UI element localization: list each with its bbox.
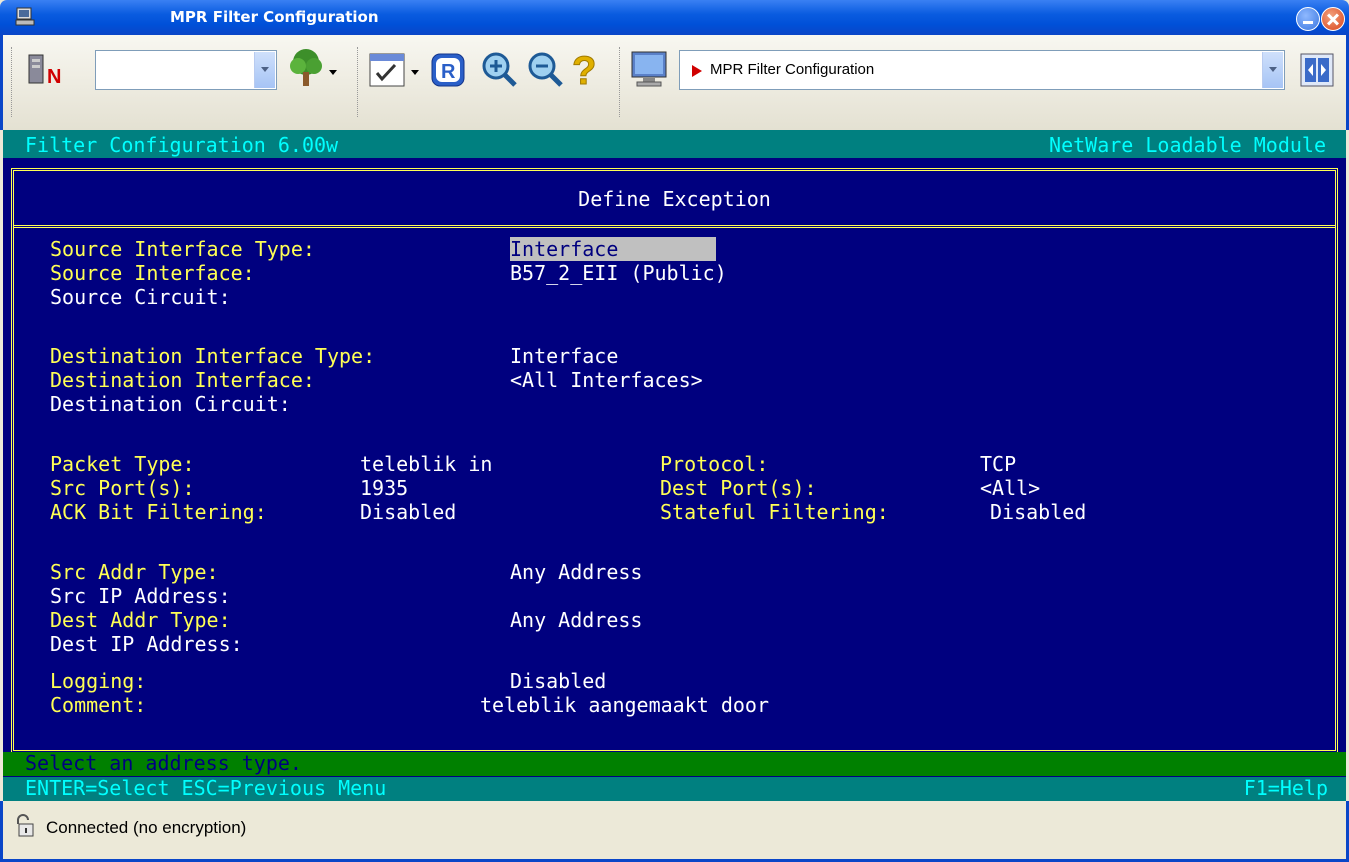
toolbar-grip[interactable] bbox=[11, 47, 15, 117]
logging-field[interactable]: Disabled bbox=[510, 669, 606, 693]
session-combo[interactable]: MPR Filter Configuration bbox=[679, 50, 1285, 90]
src-ports-field[interactable]: 1935 bbox=[360, 476, 408, 500]
module-version: Filter Configuration 6.00w bbox=[25, 133, 339, 157]
dest-addr-type-field[interactable]: Any Address bbox=[510, 608, 642, 632]
window-title: MPR Filter Configuration bbox=[170, 8, 379, 26]
app-icon bbox=[15, 7, 35, 26]
dst-iface-label: Destination Interface: bbox=[50, 368, 315, 392]
toolbar-grip[interactable] bbox=[357, 47, 361, 117]
ack-filter-label: ACK Bit Filtering: bbox=[50, 500, 267, 524]
src-iface-type-label: Source Interface Type: bbox=[50, 237, 315, 261]
key-help-bar: ENTER=Select ESC=Previous Menu F1=Help bbox=[3, 776, 1346, 801]
close-button[interactable] bbox=[1321, 7, 1345, 31]
terminal-header: Filter Configuration 6.00w NetWare Loada… bbox=[3, 130, 1346, 158]
protocol-field[interactable]: TCP bbox=[980, 452, 1016, 476]
dest-addr-type-label: Dest Addr Type: bbox=[50, 608, 231, 632]
svg-text:?: ? bbox=[572, 49, 596, 90]
src-iface-type-field[interactable]: Interface bbox=[510, 237, 717, 261]
connection-combo[interactable] bbox=[95, 50, 277, 90]
src-iface-field[interactable]: B57_2_EII (Public) bbox=[510, 261, 727, 285]
src-ports-label: Src Port(s): bbox=[50, 476, 195, 500]
unlocked-icon bbox=[17, 814, 34, 837]
play-arrow-icon bbox=[692, 65, 702, 77]
comment-field[interactable]: teleblik aangemaakt door bbox=[480, 693, 769, 717]
terminal-screen[interactable]: Filter Configuration 6.00w NetWare Loada… bbox=[3, 130, 1346, 801]
record-icon[interactable]: R bbox=[429, 51, 467, 89]
src-circuit-label: Source Circuit: bbox=[50, 285, 231, 309]
toggle-panel-icon[interactable] bbox=[1299, 52, 1335, 88]
novell-server-icon[interactable]: N bbox=[25, 51, 65, 87]
help-icon[interactable]: ? bbox=[569, 46, 603, 91]
svg-text:R: R bbox=[441, 61, 456, 83]
prompt-line: Select an address type. bbox=[3, 751, 1346, 776]
dest-ip-label: Dest IP Address: bbox=[50, 632, 243, 656]
script-icon[interactable] bbox=[367, 51, 407, 89]
toolbar: N R ? MPR Filter Configuration bbox=[0, 35, 1349, 130]
tree-icon[interactable] bbox=[285, 46, 327, 90]
svg-text:N: N bbox=[47, 66, 61, 87]
stateful-filter-label: Stateful Filtering: bbox=[660, 500, 889, 524]
status-bar: Connected (no encryption) bbox=[0, 801, 1349, 862]
packet-type-label: Packet Type: bbox=[50, 452, 195, 476]
ack-filter-field[interactable]: Disabled bbox=[360, 500, 456, 524]
dest-ports-field[interactable]: <All> bbox=[980, 476, 1040, 500]
chevron-down-icon[interactable] bbox=[1262, 52, 1283, 88]
protocol-label: Protocol: bbox=[660, 452, 769, 476]
module-type: NetWare Loadable Module bbox=[1049, 133, 1326, 157]
dst-iface-field[interactable]: <All Interfaces> bbox=[510, 368, 703, 392]
zoom-in-icon[interactable] bbox=[479, 49, 519, 89]
src-iface-label: Source Interface: bbox=[50, 261, 255, 285]
minimize-button[interactable] bbox=[1296, 7, 1320, 31]
tree-dropdown-icon[interactable] bbox=[329, 70, 337, 75]
session-combo-value: MPR Filter Configuration bbox=[710, 61, 875, 78]
toolbar-grip[interactable] bbox=[619, 47, 623, 117]
title-bar[interactable]: MPR Filter Configuration bbox=[0, 0, 1349, 35]
comment-label: Comment: bbox=[50, 693, 147, 717]
help-key-hint: F1=Help bbox=[1243, 776, 1328, 800]
logging-label: Logging: bbox=[50, 669, 147, 693]
src-ip-label: Src IP Address: bbox=[50, 584, 231, 608]
dest-ports-label: Dest Port(s): bbox=[660, 476, 817, 500]
src-addr-type-field[interactable]: Any Address bbox=[510, 560, 642, 584]
dialog-title: Define Exception bbox=[578, 187, 771, 211]
key-hints: ENTER=Select ESC=Previous Menu bbox=[25, 776, 387, 800]
dialog-divider bbox=[14, 225, 1335, 228]
packet-type-field[interactable]: teleblik in bbox=[360, 452, 492, 476]
script-dropdown-icon[interactable] bbox=[411, 70, 419, 75]
chevron-down-icon[interactable] bbox=[254, 52, 275, 88]
src-addr-type-label: Src Addr Type: bbox=[50, 560, 219, 584]
dst-circuit-label: Destination Circuit: bbox=[50, 392, 291, 416]
connection-status: Connected (no encryption) bbox=[46, 818, 247, 837]
stateful-filter-field[interactable]: Disabled bbox=[990, 500, 1086, 524]
dst-iface-type-label: Destination Interface Type: bbox=[50, 344, 376, 368]
monitor-icon[interactable] bbox=[629, 49, 671, 89]
dst-iface-type-field[interactable]: Interface bbox=[510, 344, 618, 368]
zoom-out-icon[interactable] bbox=[525, 49, 565, 89]
prompt-text: Select an address type. bbox=[25, 751, 302, 775]
